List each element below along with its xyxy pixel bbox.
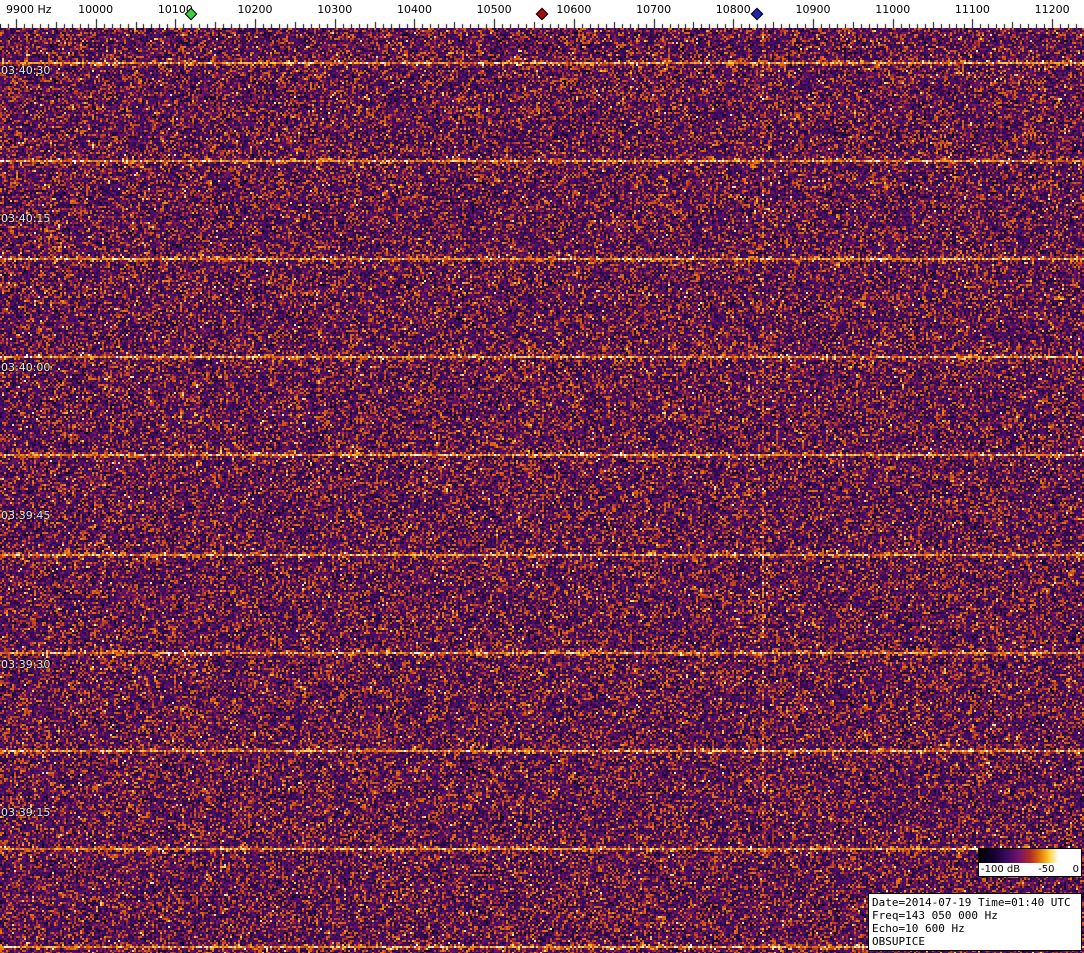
- freq-label-11000: 11000: [875, 3, 911, 16]
- freq-label-10800: 10800: [715, 3, 751, 16]
- freq-label-10500: 10500: [476, 3, 512, 16]
- freq-label-10900: 10900: [795, 3, 831, 16]
- freq-label-10600: 10600: [556, 3, 592, 16]
- freq-label-10000: 10000: [78, 3, 114, 16]
- colorbar-gradient: [979, 849, 1081, 863]
- colorbar-label-mid: -50: [1038, 864, 1055, 875]
- freq-label-10700: 10700: [636, 3, 672, 16]
- waterfall-area: 03:40:30 03:40:15 03:40:00 03:39:45 03:39:30…: [0, 28, 1084, 953]
- time-label-034015: 03:40:15: [1, 212, 51, 225]
- time-label-033945: 03:39:45: [1, 509, 51, 522]
- info-frequency: Freq=143 050 000 Hz: [872, 909, 998, 922]
- info-observatory: OBSUPICE: [872, 935, 925, 948]
- colorbar: -100 dB -50 0: [978, 848, 1082, 877]
- freq-label-10200: 10200: [237, 3, 273, 16]
- time-label-034030: 03:40:30: [1, 64, 51, 77]
- time-label-033915: 03:39:15: [1, 806, 51, 819]
- colorbar-label-min: -100 dB: [981, 864, 1021, 875]
- time-label-033930: 03:39:30: [1, 658, 51, 671]
- freq-label-10400: 10400: [396, 3, 432, 16]
- freq-label-11100: 11100: [954, 3, 990, 16]
- observation-info-box: Date=2014-07-19 Time=01:40 UTC Freq=143 …: [868, 893, 1082, 951]
- frequency-ruler[interactable]: 9900 Hz 10000 10100 10200 10300 10400 10500 106…: [0, 0, 1084, 28]
- freq-label-10300: 10300: [317, 3, 353, 16]
- freq-label-11200: 11200: [1034, 3, 1070, 16]
- time-label-034000: 03:40:00: [1, 361, 51, 374]
- colorbar-labels: -100 dB -50 0: [979, 863, 1081, 876]
- spectrum-waterfall-window: 9900 Hz 10000 10100 10200 10300 10400 10500 106…: [0, 0, 1084, 953]
- colorbar-label-max: 0: [1072, 864, 1079, 875]
- spectrogram-canvas[interactable]: [0, 28, 1084, 953]
- freq-label-9900: 9900 Hz: [6, 3, 52, 16]
- info-date-time: Date=2014-07-19 Time=01:40 UTC: [872, 896, 1071, 909]
- info-echo: Echo=10 600 Hz: [872, 922, 965, 935]
